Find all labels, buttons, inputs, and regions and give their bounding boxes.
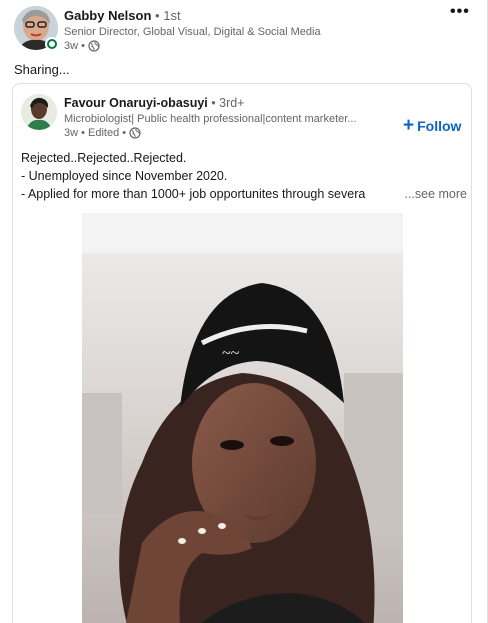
svg-text:~~: ~~ xyxy=(222,345,240,362)
post-image[interactable]: ~~ xyxy=(82,213,403,623)
reshare-text-line: - Applied for more than 1000+ job opport… xyxy=(21,185,467,203)
reshare-author-name[interactable]: Favour Onaruyi-obasuyi xyxy=(64,96,208,110)
reshare-author-avatar[interactable] xyxy=(21,94,57,130)
post-meta: 3w • xyxy=(64,40,100,52)
reshare-author: Favour Onaruyi-obasuyi • 3rd+ Microbiolo… xyxy=(21,94,461,142)
see-more-link[interactable]: ...see more xyxy=(404,185,467,203)
reshare-text-truncated: - Applied for more than 1000+ job opport… xyxy=(21,187,366,201)
reshare-connection-degree: • 3rd+ xyxy=(211,96,245,110)
reshare-author-headline: Microbiologist| Public health profession… xyxy=(64,113,357,125)
author-name-line: Gabby Nelson • 1st xyxy=(64,8,181,23)
post-commentary: Sharing... xyxy=(14,62,70,77)
author-headline: Senior Director, Global Visual, Digital … xyxy=(64,26,321,38)
globe-icon xyxy=(88,40,100,52)
post-author: Gabby Nelson • 1st Senior Director, Glob… xyxy=(14,6,454,56)
reshare-time: 3w • Edited • xyxy=(64,127,127,139)
globe-icon xyxy=(129,127,141,139)
reshare-meta: 3w • Edited • xyxy=(64,127,141,139)
follow-button[interactable]: + Follow xyxy=(403,115,462,136)
follow-label: Follow xyxy=(417,118,462,134)
overflow-menu-icon[interactable]: ••• xyxy=(450,4,470,20)
reshared-post[interactable]: Favour Onaruyi-obasuyi • 3rd+ Microbiolo… xyxy=(12,83,472,623)
reshare-text-line: Rejected..Rejected..Rejected. xyxy=(21,151,187,165)
reshare-author-name-line: Favour Onaruyi-obasuyi • 3rd+ xyxy=(64,96,244,110)
reshare-text-line: - Unemployed since November 2020. xyxy=(21,169,228,183)
post-time: 3w • xyxy=(64,40,85,52)
reshare-text: Rejected..Rejected..Rejected. - Unemploy… xyxy=(21,149,467,203)
online-status-icon xyxy=(45,37,59,51)
feed-post: Gabby Nelson • 1st Senior Director, Glob… xyxy=(0,0,488,623)
plus-icon: + xyxy=(403,115,415,136)
connection-degree: • 1st xyxy=(155,8,181,23)
author-name[interactable]: Gabby Nelson xyxy=(64,8,151,23)
